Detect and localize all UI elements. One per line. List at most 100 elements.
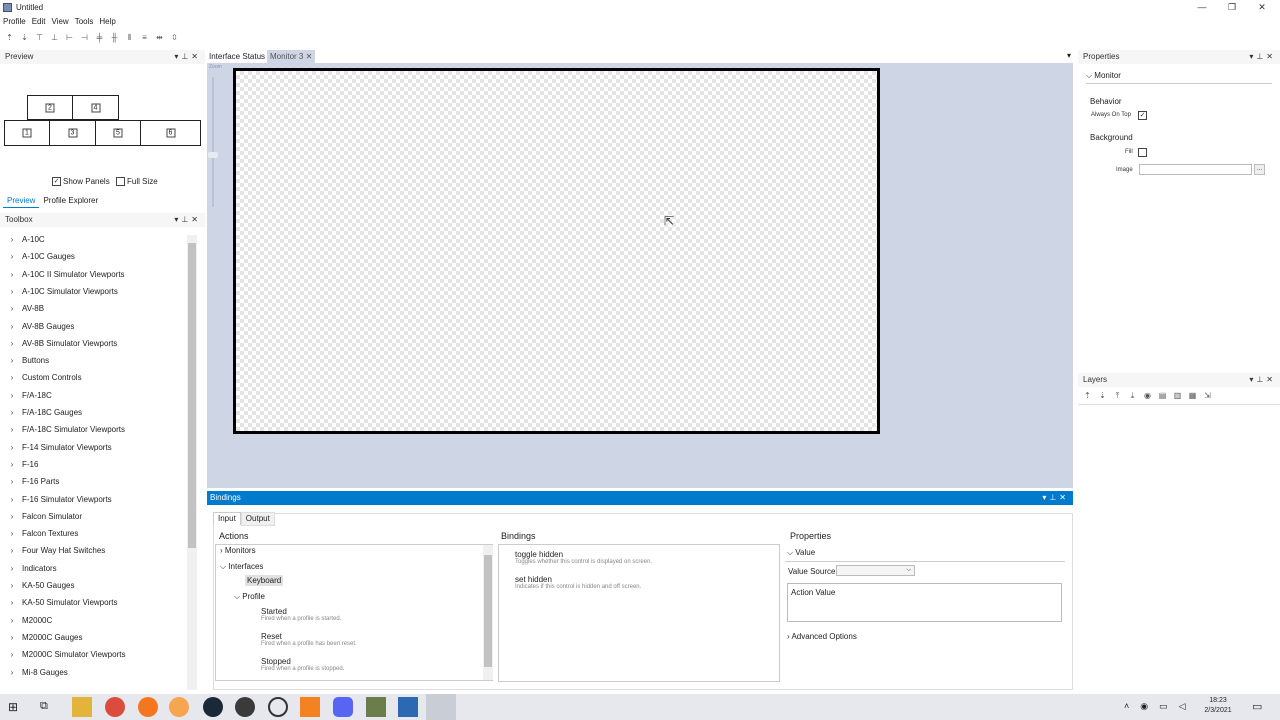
binding-set-hidden[interactable]: set hidden Indicates if this control is h… (515, 575, 641, 590)
tree-item-monitors[interactable]: › Monitors (220, 546, 256, 555)
menu-tools[interactable]: Tools (72, 15, 97, 28)
align-right-icon[interactable]: ⊣ (78, 32, 91, 43)
image-input[interactable] (1139, 164, 1252, 175)
app-icon-4[interactable] (169, 697, 189, 717)
expand-icon[interactable]: ⇲ (1201, 390, 1214, 401)
close-tab-icon[interactable]: ✕ (306, 52, 313, 61)
preview-panel-3[interactable]: 3 (49, 120, 96, 146)
image-browse-button[interactable]: ... (1254, 164, 1265, 175)
full-size-checkbox[interactable]: Full Size (116, 177, 158, 187)
toolbox-item[interactable]: › A-10C (2, 231, 45, 248)
toolbox-item[interactable]: › A-10C II Simulator Viewports (2, 266, 125, 283)
value-source-dropdown[interactable]: ⌵ (836, 565, 915, 576)
layer-stack-icon[interactable]: ▦ (1186, 390, 1199, 401)
toolbox-panel-controls[interactable]: ▾⊥✕ (174, 213, 201, 227)
toolbox-item[interactable]: › Mi-8 Gauges (2, 664, 68, 681)
maximize-button[interactable]: ❐ (1216, 0, 1248, 15)
toolbox-item[interactable]: › F-16 Parts (2, 473, 60, 490)
tree-item-interfaces[interactable]: ⌵ Interfaces (220, 562, 263, 572)
checkbox-box[interactable]: ✓ (52, 177, 61, 187)
toolbox-item[interactable]: › AV-8B Gauges (2, 318, 75, 335)
distribute-v-icon[interactable]: ≡ (138, 32, 151, 43)
clock[interactable]: 18:23 2/3/2021 (1196, 696, 1240, 716)
monitor-section[interactable]: ⌵ Monitor (1086, 71, 1121, 81)
toolbox-item[interactable]: › Indicators (2, 560, 57, 577)
tab-profile-explorer[interactable]: Profile Explorer (39, 195, 102, 207)
tab-output[interactable]: Output (240, 512, 275, 526)
send-backward-icon[interactable]: ⇣ (18, 32, 31, 43)
binding-toggle-hidden[interactable]: toggle hidden Toggles whether this contro… (515, 550, 652, 565)
tab-input[interactable]: Input (213, 512, 241, 525)
toolbox-item[interactable]: › A-10C Simulator Viewports (2, 283, 118, 300)
bindings-panel-controls[interactable]: ▾⊥✕ (1042, 491, 1069, 505)
zoom-slider-track[interactable] (212, 77, 214, 207)
properties-panel-controls[interactable]: ▾⊥✕ (1249, 50, 1276, 64)
actions-scroll-thumb[interactable] (484, 555, 492, 667)
layers-panel-controls[interactable]: ▾⊥✕ (1249, 373, 1276, 387)
app-icon-11[interactable] (398, 697, 418, 717)
event-reset[interactable]: Reset Fired when a profile has been reset… (261, 632, 357, 647)
align-center-icon[interactable]: ╪ (93, 32, 106, 43)
fill-checkbox[interactable] (1138, 148, 1147, 157)
task-view-icon[interactable]: ⧉ (40, 700, 48, 713)
layer-copy-icon[interactable]: ▥ (1171, 390, 1184, 401)
toolbox-item[interactable]: › KA-50 Simulator Viewports (2, 594, 118, 611)
app-icon-7[interactable] (268, 697, 288, 717)
bring-to-front-icon[interactable]: ⤒ (1111, 390, 1124, 401)
toolbox-item[interactable]: › KA-50 Gauges (2, 577, 75, 594)
actions-scrollbar[interactable] (483, 545, 493, 680)
advanced-options[interactable]: › Advanced Options (787, 632, 857, 641)
always-on-top-checkbox[interactable]: ✓ (1138, 111, 1147, 120)
show-panels-checkbox[interactable]: ✓ Show Panels (52, 177, 110, 187)
tab-monitor-3[interactable]: Monitor 3 ✕ (267, 50, 316, 63)
tab-preview[interactable]: Preview (3, 195, 40, 208)
space-h-icon[interactable]: ⇹ (153, 32, 166, 43)
bring-forward-icon[interactable]: ⇡ (3, 32, 16, 43)
toolbox-item[interactable]: › F/A-18C Gauges (2, 404, 82, 421)
tree-item-profile[interactable]: ⌵ Profile (234, 592, 265, 602)
event-started[interactable]: Started Fired when a profile is started. (261, 607, 341, 622)
system-tray-icons[interactable]: ˄◉▭◁ (1124, 701, 1197, 712)
send-backward-icon[interactable]: ⇣ (1096, 390, 1109, 401)
menu-view[interactable]: View (48, 15, 71, 28)
toolbox-item[interactable]: › F-14 Simulator Viewports (2, 439, 112, 456)
toolbox-item[interactable]: › F/A-18C (2, 387, 52, 404)
start-icon[interactable]: ⊞ (8, 700, 18, 714)
toolbox-item[interactable]: › Falcon Simulator (2, 508, 82, 525)
distribute-h-icon[interactable]: ⫴ (123, 32, 136, 43)
menu-help[interactable]: Help (96, 15, 118, 28)
notification-icon[interactable]: ▭ (1252, 700, 1262, 713)
value-section[interactable]: ⌵ Value (787, 548, 815, 558)
app-icon-8[interactable] (300, 697, 320, 717)
visibility-icon[interactable]: ◉ (1141, 390, 1154, 401)
preview-panel-5[interactable]: 5 (95, 120, 141, 146)
action-value-input[interactable]: Action Value (787, 583, 1062, 622)
lock-icon[interactable]: ▤ (1156, 390, 1169, 401)
toolbox-item[interactable]: › F-16 (2, 456, 39, 473)
send-to-back-icon[interactable]: ⤓ (1126, 390, 1139, 401)
event-stopped[interactable]: Stopped Fired when a profile is stopped. (261, 657, 344, 672)
file-explorer-icon[interactable] (72, 697, 92, 717)
tree-item-keyboard[interactable]: Keyboard (245, 575, 284, 586)
toolbox-item[interactable]: › M2000C Simulator Viewports (2, 646, 126, 663)
zoom-slider-thumb[interactable] (208, 152, 218, 158)
bring-forward-icon[interactable]: ⇡ (1081, 390, 1094, 401)
toolbox-item[interactable]: › F/A-18C Simulator Viewports (2, 421, 125, 438)
preview-panel-4[interactable]: 4 (72, 95, 119, 120)
app-icon-6[interactable] (235, 697, 255, 717)
toolbox-scrollbar[interactable] (187, 235, 197, 690)
discord-icon[interactable] (333, 697, 353, 717)
menu-profile[interactable]: Profile (0, 15, 29, 28)
toolbox-item[interactable]: › Falcon Textures (2, 525, 79, 542)
toolbox-scroll-thumb[interactable] (188, 243, 196, 548)
tab-interface-status[interactable]: Interface Status (209, 51, 265, 62)
toolbox-item[interactable]: › M2000C (2, 612, 53, 629)
align-left-icon[interactable]: ⊢ (63, 32, 76, 43)
align-middle-icon[interactable]: ╫ (108, 32, 121, 43)
firefox-icon[interactable] (138, 697, 158, 717)
toolbox-item[interactable]: › Four Way Hat Switches (2, 542, 106, 559)
space-v-icon[interactable]: ⇳ (168, 32, 181, 43)
tab-overflow-icon[interactable]: ▾ (1067, 51, 1071, 60)
toolbox-item[interactable]: › M2000C Gauges (2, 629, 83, 646)
monitor-canvas[interactable] (233, 68, 880, 434)
